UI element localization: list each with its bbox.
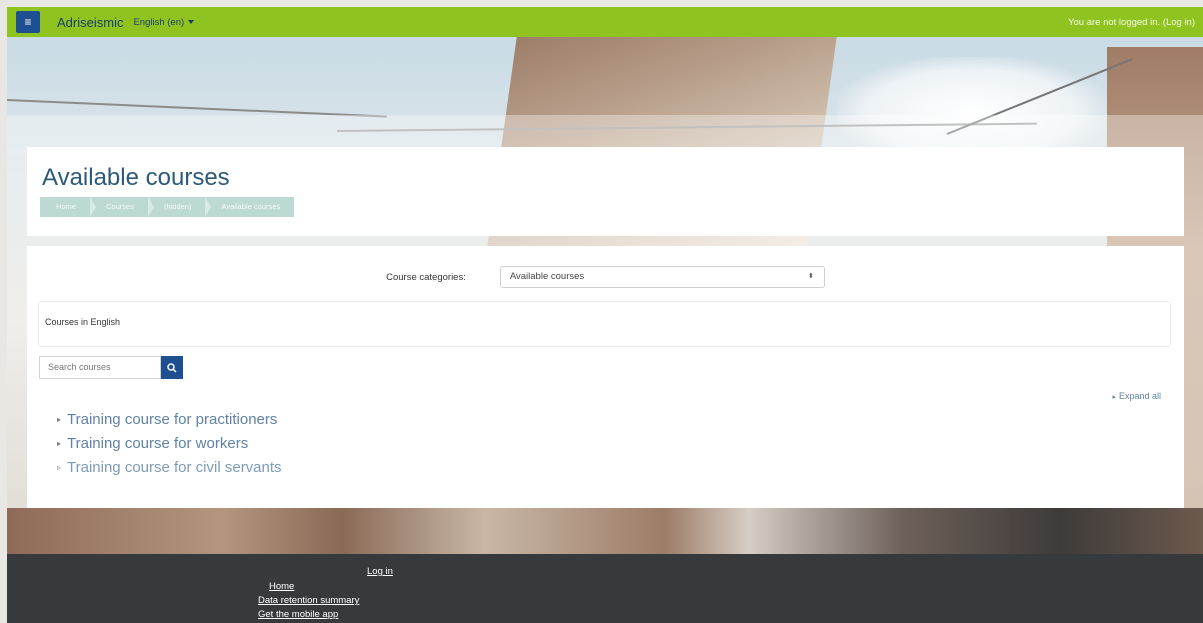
page-title: Available courses xyxy=(42,164,230,191)
course-category-link[interactable]: Training course for civil servants xyxy=(67,459,282,476)
site-brand[interactable]: Adriseismic xyxy=(57,15,123,30)
course-category-link[interactable]: Training course for workers xyxy=(67,435,248,452)
caret-down-icon xyxy=(188,20,195,24)
login-status-text: You are not logged in. xyxy=(1068,16,1161,28)
language-label: English (en) xyxy=(133,16,185,28)
triangle-right-icon: ▸ xyxy=(1112,394,1116,401)
category-selected-value: Available courses xyxy=(509,271,585,282)
search-icon xyxy=(167,362,177,373)
expand-all-label: Expand all xyxy=(1118,391,1161,401)
course-search: Search courses xyxy=(39,356,183,379)
expand-all-link[interactable]: ▸ Expand all xyxy=(1112,391,1161,401)
breadcrumb-courses[interactable]: Courses xyxy=(90,197,154,217)
hamburger-menu-button[interactable]: ≡ xyxy=(16,11,40,33)
course-category-link[interactable]: Training course for practitioners xyxy=(67,411,277,428)
footer-home-link[interactable]: Home xyxy=(269,581,294,592)
triangle-right-outline-icon: ▹ xyxy=(57,462,62,472)
list-item[interactable]: ▸ Training course for workers xyxy=(57,431,282,455)
footer-mobile-app-link[interactable]: Get the mobile app xyxy=(258,609,338,620)
category-select[interactable]: Available courses ⬍ xyxy=(499,266,825,288)
list-item[interactable]: ▸ Training course for practitioners xyxy=(57,407,282,431)
breadcrumb: Home Courses (hidden) Available courses xyxy=(40,197,295,217)
login-info: You are not logged in. (Log in) xyxy=(1068,17,1195,28)
triangle-right-icon: ▸ xyxy=(57,438,62,448)
course-category-list: ▸ Training course for practitioners ▸ Tr… xyxy=(57,407,282,479)
login-link[interactable]: (Log in) xyxy=(1163,17,1195,28)
main-content: Course categories: Available courses ⬍ C… xyxy=(27,246,1184,508)
search-button[interactable] xyxy=(161,356,183,379)
breadcrumb-home[interactable]: Home xyxy=(40,197,97,217)
footer-data-retention-link[interactable]: Data retention summary xyxy=(258,595,359,606)
breadcrumb-hidden[interactable]: (hidden) xyxy=(148,197,211,217)
page-header: Available courses xyxy=(27,147,1184,236)
page-footer: Log in Home Data retention summary Get t… xyxy=(7,554,1203,623)
background-roofs xyxy=(7,508,1203,554)
select-arrows-icon: ⬍ xyxy=(807,273,814,280)
triangle-right-icon: ▸ xyxy=(57,414,62,424)
category-description-box: Courses in English xyxy=(38,301,1171,347)
top-navbar: ≡ Adriseismic English (en) You are not l… xyxy=(7,7,1203,37)
breadcrumb-available-courses[interactable]: Available courses xyxy=(205,197,294,217)
category-description: Courses in English xyxy=(45,317,121,327)
category-label: Course categories: xyxy=(386,271,466,283)
hamburger-icon: ≡ xyxy=(24,15,32,29)
category-selector-row: Course categories: Available courses ⬍ xyxy=(27,266,1184,288)
list-item[interactable]: ▹ Training course for civil servants xyxy=(57,455,282,479)
language-menu[interactable]: English (en) xyxy=(133,16,195,28)
search-input[interactable]: Search courses xyxy=(39,356,161,379)
footer-login-link[interactable]: Log in xyxy=(367,566,393,577)
